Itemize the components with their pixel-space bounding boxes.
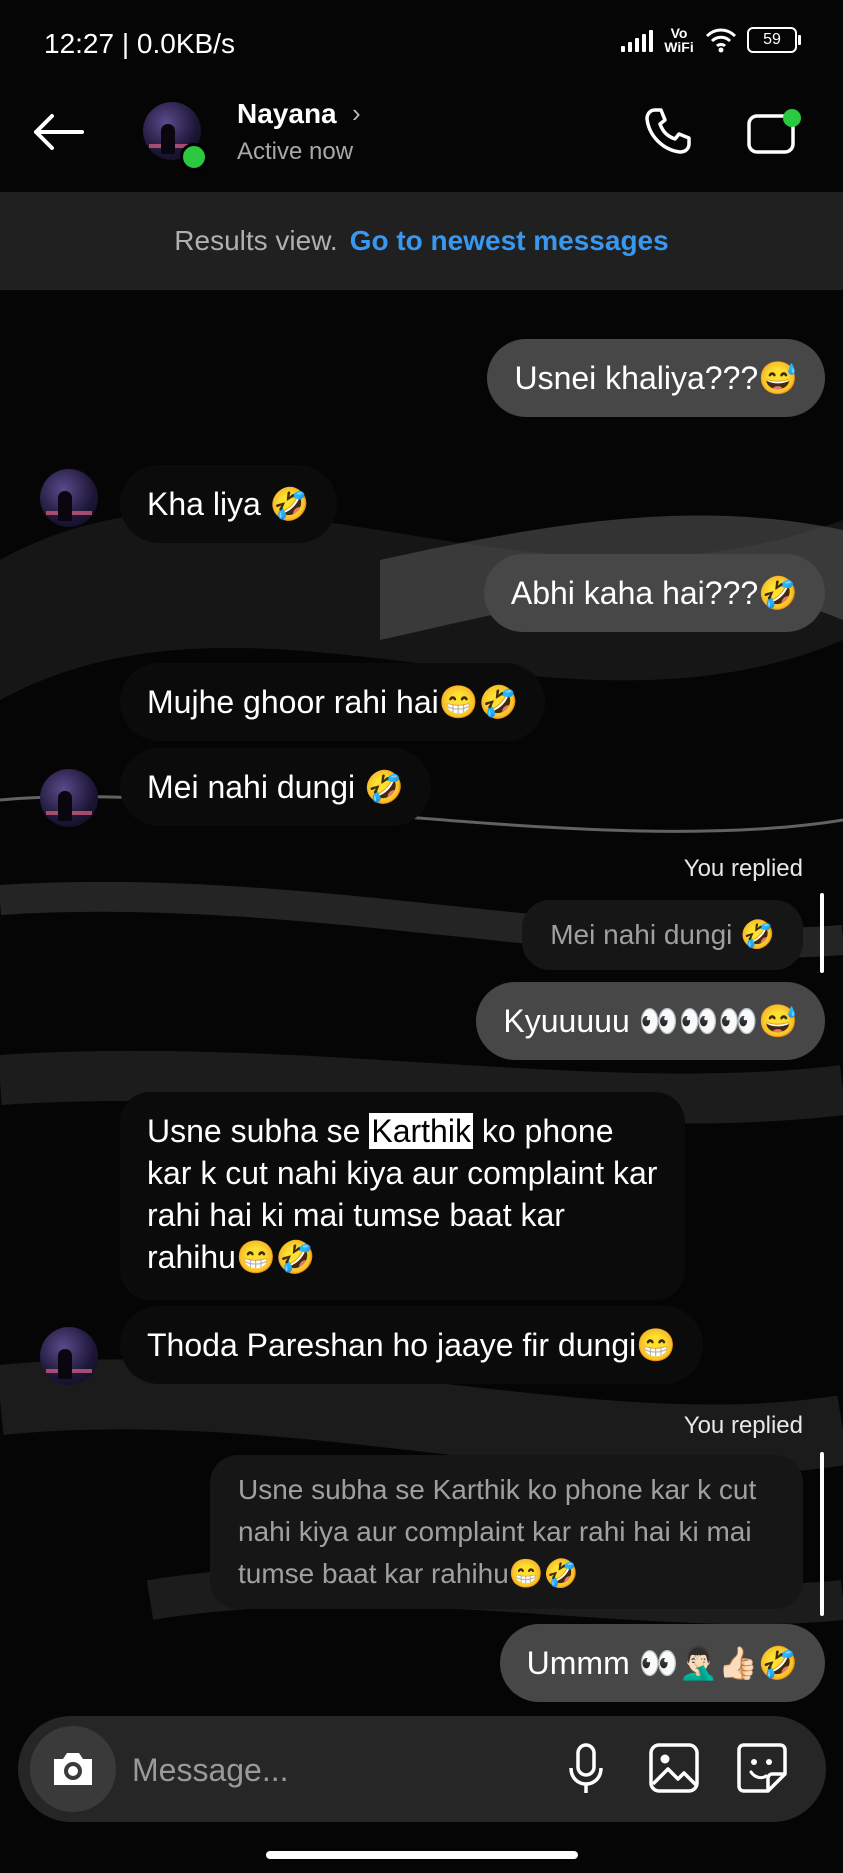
home-indicator[interactable]	[266, 1851, 578, 1859]
avatar[interactable]	[40, 769, 98, 827]
message-received[interactable]: Mujhe ghoor rahi hai😁🤣	[120, 663, 546, 741]
avatar[interactable]	[40, 1327, 98, 1385]
message-received[interactable]: Thoda Pareshan ho jaaye fir dungi😁	[120, 1306, 704, 1384]
message-sent[interactable]: Kyuuuuu 👀👀👀😅	[476, 982, 825, 1060]
camera-button[interactable]	[30, 1726, 116, 1812]
go-to-newest-messages-link[interactable]: Go to newest messages	[350, 225, 669, 257]
status-icons: Vo WiFi 59	[621, 25, 801, 55]
quoted-message[interactable]: Mei nahi dungi 🤣	[522, 900, 803, 970]
camera-icon	[54, 1753, 92, 1785]
message-sent[interactable]: Ummm 👀🤦🏻‍♂️👍🏻🤣	[499, 1624, 825, 1702]
gallery-icon[interactable]	[648, 1742, 700, 1794]
avatar[interactable]	[40, 469, 98, 527]
message-received[interactable]: Usne subha se Karthik ko phone kar k cut…	[120, 1092, 685, 1300]
video-camera-icon[interactable]	[746, 108, 804, 156]
message-received[interactable]: Mei nahi dungi 🤣	[120, 748, 431, 826]
results-view-label: Results view.	[174, 225, 338, 256]
message-composer	[18, 1716, 826, 1822]
online-indicator	[180, 143, 208, 171]
message-sent[interactable]: Usnei khaliya???😅	[487, 339, 825, 417]
quoted-message[interactable]: Usne subha se Karthik ko phone kar k cut…	[210, 1455, 803, 1609]
status-time: 12:27 | 0.0KB/s	[44, 28, 235, 59]
you-replied-label: You replied	[683, 855, 803, 882]
chat-header: Nayana › Active now	[0, 88, 843, 192]
sticker-icon[interactable]	[736, 1742, 788, 1794]
search-highlight: Karthik	[369, 1113, 473, 1149]
you-replied-label: You replied	[683, 1412, 803, 1439]
contact-name[interactable]: Nayana	[237, 98, 337, 130]
chevron-right-icon[interactable]: ›	[352, 98, 361, 129]
microphone-icon[interactable]	[566, 1742, 606, 1796]
vowifi-label: Vo WiFi	[664, 25, 694, 55]
message-input[interactable]	[130, 1740, 574, 1800]
reply-indicator-bar	[820, 893, 824, 973]
arrow-left-icon[interactable]	[32, 112, 84, 152]
signal-icon	[621, 28, 653, 52]
phone-icon[interactable]	[643, 106, 693, 156]
contact-status: Active now	[237, 138, 354, 165]
battery-indicator: 59	[747, 27, 801, 53]
reply-indicator-bar	[820, 1452, 824, 1616]
wifi-icon	[705, 28, 737, 53]
results-view-banner: Results view. Go to newest messages	[0, 192, 843, 290]
message-text: Usne subha se	[147, 1113, 361, 1149]
message-sent[interactable]: Abhi kaha hai???🤣	[483, 554, 825, 632]
message-received[interactable]: Kha liya 🤣	[120, 465, 337, 543]
